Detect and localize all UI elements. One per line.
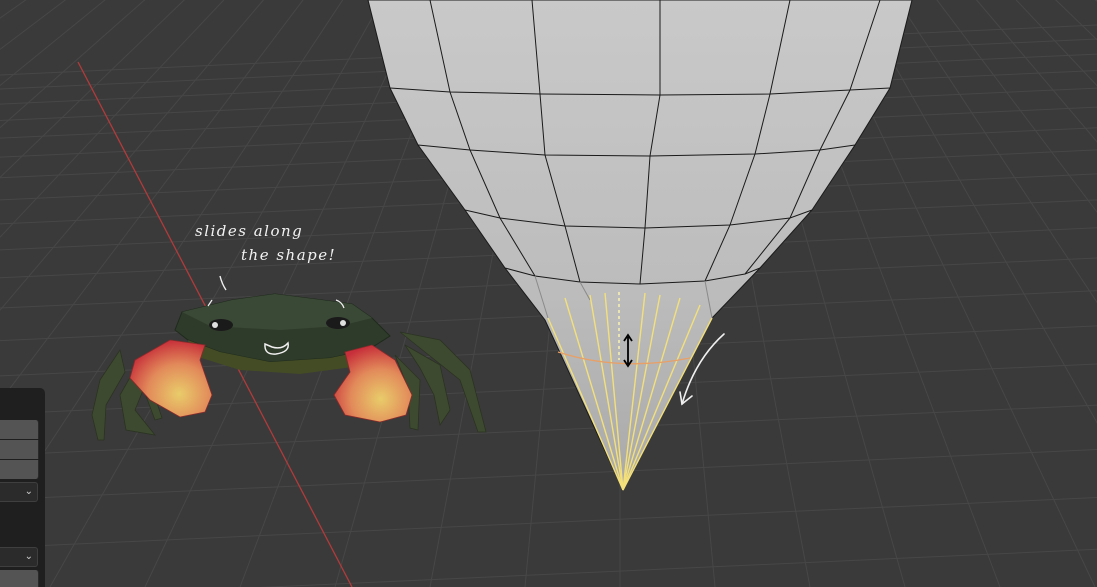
- grid-line: [0, 404, 1097, 456]
- annotation-text-line1: slides along: [195, 222, 304, 240]
- chevron-down-icon: ⌄: [24, 486, 33, 497]
- panel-value-field-2[interactable]: [0, 440, 39, 459]
- panel-value-field-1[interactable]: [0, 420, 39, 439]
- grid-line: [0, 449, 1097, 501]
- panel-dropdown-2[interactable]: ⌄: [0, 547, 38, 567]
- cone-mesh[interactable]: [367, 0, 913, 492]
- grid-line: [258, 548, 1097, 587]
- annotation-text-line2: the shape!: [241, 246, 337, 264]
- 3d-viewport[interactable]: slides along the shape!: [0, 0, 1097, 587]
- chevron-down-icon: ⌄: [24, 551, 33, 562]
- crab-model[interactable]: [91, 293, 487, 441]
- panel-dropdown-1[interactable]: ⌄: [0, 482, 38, 502]
- grid-line: [0, 497, 1097, 549]
- viewport-scene: [0, 0, 1097, 587]
- panel-value-field-3[interactable]: [0, 460, 39, 479]
- panel-value-field-4[interactable]: [0, 570, 39, 587]
- operator-panel: ⌄ ⌄: [0, 388, 45, 587]
